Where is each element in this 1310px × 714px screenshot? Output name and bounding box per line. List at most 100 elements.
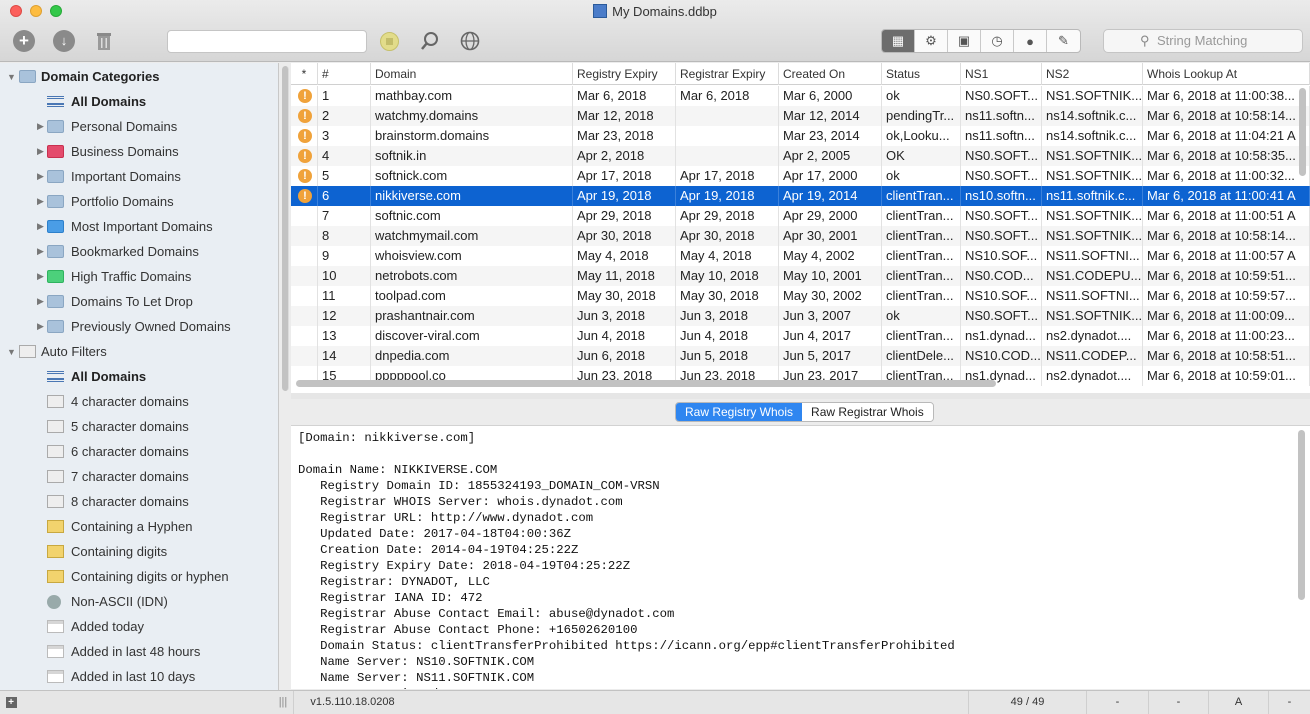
disclosure-collapsed-icon[interactable]: ▶ bbox=[37, 121, 44, 132]
table-row[interactable]: ! 5 softnick.com Apr 17, 2018 Apr 17, 2018 Ap… bbox=[291, 166, 1310, 186]
table-row[interactable]: 13 discover-viral.com Jun 4, 2018 Jun 4, 20… bbox=[291, 326, 1310, 346]
tab-raw-registrar-whois[interactable]: Raw Registrar Whois bbox=[802, 403, 933, 421]
notes-icon[interactable]: ✎ bbox=[1047, 30, 1080, 52]
tab-raw-registry-whois[interactable]: Raw Registry Whois bbox=[676, 403, 803, 421]
table-vertical-scrollbar[interactable] bbox=[1299, 88, 1306, 176]
disclosure-collapsed-icon[interactable]: ▶ bbox=[37, 171, 44, 182]
sidebar-item-filter-4[interactable]: 7 character domains bbox=[0, 464, 278, 489]
sidebar-item-category-2[interactable]: ▶ Business Domains bbox=[0, 139, 278, 164]
add-icon[interactable]: + bbox=[13, 30, 35, 52]
sidebar-item-filter-9[interactable]: Non-ASCII (IDN) bbox=[0, 589, 278, 614]
column-header[interactable]: NS2 bbox=[1042, 63, 1143, 85]
disclosure-collapsed-icon[interactable]: ▶ bbox=[37, 271, 44, 282]
disclosure-expanded-icon[interactable]: ▼ bbox=[7, 72, 16, 82]
table-row[interactable]: 11 toolpad.com May 30, 2018 May 30, 2018 May… bbox=[291, 286, 1310, 306]
disclosure-collapsed-icon[interactable]: ▶ bbox=[37, 221, 44, 232]
sidebar-item-category-7[interactable]: ▶ High Traffic Domains bbox=[0, 264, 278, 289]
whois-text-view[interactable]: [Domain: nikkiverse.com] Domain Name: NI… bbox=[291, 425, 1310, 689]
table-row[interactable]: ! 2 watchmy.domains Mar 12, 2018 Mar 12, 201… bbox=[291, 106, 1310, 126]
table-row[interactable]: ! 3 brainstorm.domains Mar 23, 2018 Mar 23, … bbox=[291, 126, 1310, 146]
sidebar-item-filter-6[interactable]: Containing a Hyphen bbox=[0, 514, 278, 539]
flag-cell bbox=[291, 206, 318, 226]
domain-input[interactable] bbox=[167, 30, 367, 53]
sidebar-item-filter-12[interactable]: Added in last 10 days bbox=[0, 664, 278, 689]
sidebar-item-label: 6 character domains bbox=[71, 444, 189, 459]
sidebar-item-category-8[interactable]: ▶ Domains To Let Drop bbox=[0, 289, 278, 314]
sidebar-item-category-4[interactable]: ▶ Portfolio Domains bbox=[0, 189, 278, 214]
column-header[interactable]: # bbox=[318, 63, 371, 85]
column-header[interactable]: Whois Lookup At bbox=[1143, 63, 1310, 85]
globe-icon[interactable] bbox=[459, 30, 481, 52]
cell-reg: Apr 17, 2018 bbox=[573, 166, 676, 186]
flag-cell: ! bbox=[291, 86, 318, 106]
split-divider[interactable] bbox=[291, 393, 1310, 399]
flag-cell: ! bbox=[291, 186, 318, 206]
cell-created: Apr 29, 2000 bbox=[779, 206, 882, 226]
disclosure-collapsed-icon[interactable]: ▶ bbox=[37, 196, 44, 207]
table-row[interactable]: 10 netrobots.com May 11, 2018 May 10, 2018 M… bbox=[291, 266, 1310, 286]
sidebar-item-filter-1[interactable]: 4 character domains bbox=[0, 389, 278, 414]
sidebar-item-filter-8[interactable]: Containing digits or hyphen bbox=[0, 564, 278, 589]
table-row[interactable]: 9 whoisview.com May 4, 2018 May 4, 2018 May … bbox=[291, 246, 1310, 266]
table-row[interactable]: ! 6 nikkiverse.com Apr 19, 2018 Apr 19, 2018… bbox=[291, 186, 1310, 206]
column-header[interactable]: NS1 bbox=[961, 63, 1042, 85]
disclosure-collapsed-icon[interactable]: ▶ bbox=[37, 296, 44, 307]
sidebar-item-category-3[interactable]: ▶ Important Domains bbox=[0, 164, 278, 189]
sidebar-item-category-6[interactable]: ▶ Bookmarked Domains bbox=[0, 239, 278, 264]
sidebar-item-filter-7[interactable]: Containing digits bbox=[0, 539, 278, 564]
filter-icon bbox=[47, 570, 64, 583]
table-row[interactable]: 7 softnic.com Apr 29, 2018 Apr 29, 2018 Apr … bbox=[291, 206, 1310, 226]
table-row[interactable]: ! 4 softnik.in Apr 2, 2018 Apr 2, 2005 OK NS0.… bbox=[291, 146, 1310, 166]
whois-scrollbar[interactable] bbox=[1298, 430, 1305, 600]
sidebar-item-filter-11[interactable]: Added in last 48 hours bbox=[0, 639, 278, 664]
disclosure-collapsed-icon[interactable]: ▶ bbox=[37, 321, 44, 332]
cell-created: Mar 12, 2014 bbox=[779, 106, 882, 126]
column-header[interactable]: * bbox=[291, 63, 318, 85]
sidebar-item-filter-2[interactable]: 5 character domains bbox=[0, 414, 278, 439]
disclosure-collapsed-icon[interactable]: ▶ bbox=[37, 146, 44, 157]
cell-rar: Apr 17, 2018 bbox=[676, 166, 779, 186]
stop-button[interactable] bbox=[380, 32, 399, 51]
cell-ns2: ns2.dynadot.... bbox=[1042, 366, 1143, 386]
sidebar-item-filter-0[interactable]: All Domains bbox=[0, 364, 278, 389]
cell-num: 12 bbox=[318, 306, 371, 326]
sidebar-header-domain-categories[interactable]: ▼ Domain Categories bbox=[0, 64, 278, 89]
disclosure-collapsed-icon[interactable]: ▶ bbox=[37, 246, 44, 257]
disclosure-expanded-icon[interactable]: ▼ bbox=[7, 347, 16, 357]
domains-table: * # Domain Registry Expiry Registrar Expiry C… bbox=[291, 63, 1310, 393]
column-header[interactable]: Domain bbox=[371, 63, 573, 85]
add-category-icon[interactable]: + bbox=[0, 691, 22, 714]
cell-whois: Mar 6, 2018 at 11:00:38... bbox=[1143, 86, 1310, 106]
download-icon[interactable]: ↓ bbox=[53, 30, 75, 52]
table-row[interactable]: ! 1 mathbay.com Mar 6, 2018 Mar 6, 2018 Mar 6… bbox=[291, 86, 1310, 106]
trash-icon[interactable] bbox=[93, 30, 115, 52]
table-row[interactable]: 8 watchmymail.com Apr 30, 2018 Apr 30, 2018… bbox=[291, 226, 1310, 246]
sidebar-header-auto-filters[interactable]: ▼ Auto Filters bbox=[0, 339, 278, 364]
column-header[interactable]: Created On bbox=[779, 63, 882, 85]
column-header[interactable]: Registry Expiry bbox=[573, 63, 676, 85]
monitor-icon[interactable]: ▣ bbox=[948, 30, 981, 52]
sidebar-item-filter-3[interactable]: 6 character domains bbox=[0, 439, 278, 464]
cell-created: Apr 17, 2000 bbox=[779, 166, 882, 186]
sidebar-item-category-1[interactable]: ▶ Personal Domains bbox=[0, 114, 278, 139]
string-matching-search-field[interactable]: ⚲ String Matching bbox=[1103, 29, 1303, 53]
table-horizontal-scrollbar[interactable] bbox=[296, 380, 996, 387]
table-row[interactable]: 12 prashantnair.com Jun 3, 2018 Jun 3, 2018… bbox=[291, 306, 1310, 326]
search-icon[interactable] bbox=[419, 30, 441, 52]
table-row[interactable]: 14 dnpedia.com Jun 6, 2018 Jun 5, 2018 Jun 5… bbox=[291, 346, 1310, 366]
resize-handle-icon[interactable]: ||| bbox=[276, 691, 290, 714]
cell-ns2: NS1.SOFTNIK... bbox=[1042, 86, 1143, 106]
person-icon[interactable]: ● bbox=[1014, 30, 1047, 52]
sidebar-item-category-5[interactable]: ▶ Most Important Domains bbox=[0, 214, 278, 239]
sidebar-scrollbar[interactable] bbox=[281, 66, 289, 686]
cell-created: May 10, 2001 bbox=[779, 266, 882, 286]
column-header[interactable]: Registrar Expiry bbox=[676, 63, 779, 85]
table-view-icon[interactable]: ▦ bbox=[882, 30, 915, 52]
sidebar-item-category-0[interactable]: All Domains bbox=[0, 89, 278, 114]
clock-icon[interactable]: ◷ bbox=[981, 30, 1014, 52]
sidebar-item-category-9[interactable]: ▶ Previously Owned Domains bbox=[0, 314, 278, 339]
sidebar-item-filter-10[interactable]: Added today bbox=[0, 614, 278, 639]
column-header[interactable]: Status bbox=[882, 63, 961, 85]
sidebar-item-filter-5[interactable]: 8 character domains bbox=[0, 489, 278, 514]
settings-gear-icon[interactable]: ⚙ bbox=[915, 30, 948, 52]
